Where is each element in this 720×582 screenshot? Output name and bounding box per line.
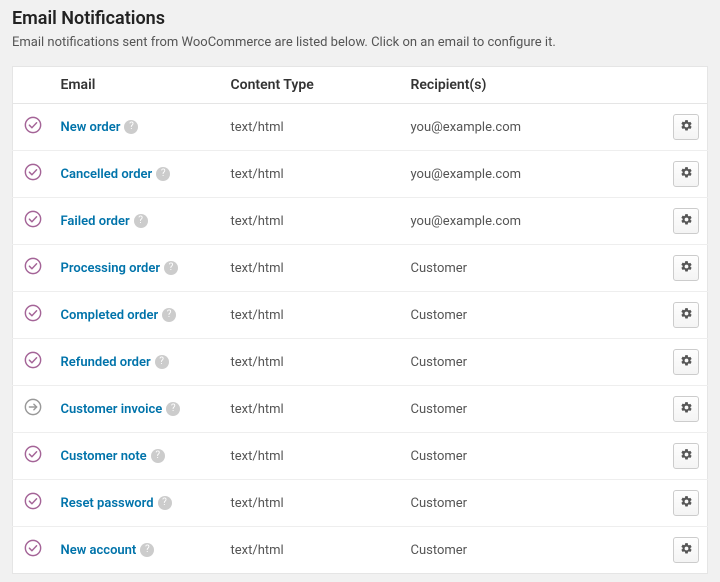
content-type-cell: text/html	[223, 386, 403, 433]
table-row: Cancelled order? text/htmlyou@example.com	[13, 151, 708, 198]
configure-button[interactable]	[673, 443, 699, 469]
recipient-cell: Customer	[403, 480, 656, 527]
email-name-link[interactable]: Processing order	[61, 261, 161, 276]
table-row: New order? text/htmlyou@example.com	[13, 104, 708, 151]
check-circle-icon	[24, 116, 42, 134]
email-name-link[interactable]: Reset password	[61, 496, 154, 511]
gear-icon	[680, 213, 693, 230]
table-row: Failed order? text/htmlyou@example.com	[13, 198, 708, 245]
table-row: Processing order? text/htmlCustomer	[13, 245, 708, 292]
gear-icon	[680, 401, 693, 418]
recipient-cell: Customer	[403, 527, 656, 574]
configure-button[interactable]	[673, 349, 699, 375]
help-icon[interactable]: ?	[156, 167, 170, 181]
check-circle-icon	[24, 210, 42, 228]
email-name-link[interactable]: Completed order	[61, 308, 159, 323]
content-type-cell: text/html	[223, 339, 403, 386]
check-circle-icon	[24, 445, 42, 463]
gear-icon	[680, 166, 693, 183]
configure-button[interactable]	[673, 396, 699, 422]
email-name-link[interactable]: Refunded order	[61, 355, 151, 370]
email-name-link[interactable]: Customer invoice	[61, 402, 163, 417]
configure-button[interactable]	[673, 302, 699, 328]
content-type-cell: text/html	[223, 292, 403, 339]
col-email-header: Email	[53, 67, 223, 104]
check-circle-icon	[24, 492, 42, 510]
help-icon[interactable]: ?	[164, 261, 178, 275]
table-row: Refunded order? text/htmlCustomer	[13, 339, 708, 386]
emails-table: Email Content Type Recipient(s) New orde…	[12, 66, 708, 574]
table-row: New account? text/htmlCustomer	[13, 527, 708, 574]
page-description: Email notifications sent from WooCommerc…	[12, 35, 708, 50]
help-icon[interactable]: ?	[140, 543, 154, 557]
configure-button[interactable]	[673, 208, 699, 234]
email-name-link[interactable]: Failed order	[61, 214, 130, 229]
recipient-cell: Customer	[403, 245, 656, 292]
check-circle-icon	[24, 539, 42, 557]
col-status-header	[13, 67, 53, 104]
table-row: Reset password? text/htmlCustomer	[13, 480, 708, 527]
gear-icon	[680, 495, 693, 512]
configure-button[interactable]	[673, 255, 699, 281]
content-type-cell: text/html	[223, 104, 403, 151]
help-icon[interactable]: ?	[134, 214, 148, 228]
recipient-cell: you@example.com	[403, 198, 656, 245]
recipient-cell: you@example.com	[403, 151, 656, 198]
gear-icon	[680, 307, 693, 324]
recipient-cell: Customer	[403, 292, 656, 339]
help-icon[interactable]: ?	[166, 402, 180, 416]
table-row: Customer note? text/htmlCustomer	[13, 433, 708, 480]
page-title: Email Notifications	[12, 8, 708, 29]
recipient-cell: Customer	[403, 339, 656, 386]
configure-button[interactable]	[673, 161, 699, 187]
table-row: Customer invoice? text/htmlCustomer	[13, 386, 708, 433]
configure-button[interactable]	[673, 490, 699, 516]
help-icon[interactable]: ?	[151, 449, 165, 463]
help-icon[interactable]: ?	[162, 308, 176, 322]
check-circle-icon	[24, 163, 42, 181]
help-icon[interactable]: ?	[158, 496, 172, 510]
check-circle-icon	[24, 304, 42, 322]
content-type-cell: text/html	[223, 245, 403, 292]
configure-button[interactable]	[673, 114, 699, 140]
table-row: Completed order? text/htmlCustomer	[13, 292, 708, 339]
col-actions-header	[656, 67, 708, 104]
check-circle-icon	[24, 257, 42, 275]
check-circle-icon	[24, 351, 42, 369]
help-icon[interactable]: ?	[124, 120, 138, 134]
recipient-cell: Customer	[403, 433, 656, 480]
gear-icon	[680, 354, 693, 371]
content-type-cell: text/html	[223, 433, 403, 480]
gear-icon	[680, 260, 693, 277]
content-type-cell: text/html	[223, 151, 403, 198]
email-name-link[interactable]: New account	[61, 543, 137, 558]
content-type-cell: text/html	[223, 527, 403, 574]
content-type-cell: text/html	[223, 480, 403, 527]
recipient-cell: Customer	[403, 386, 656, 433]
help-icon[interactable]: ?	[155, 355, 169, 369]
recipient-cell: you@example.com	[403, 104, 656, 151]
content-type-cell: text/html	[223, 198, 403, 245]
arrow-right-circle-icon	[24, 398, 42, 416]
email-name-link[interactable]: Customer note	[61, 449, 147, 464]
gear-icon	[680, 119, 693, 136]
email-name-link[interactable]: Cancelled order	[61, 167, 153, 182]
configure-button[interactable]	[673, 537, 699, 563]
col-recipients-header: Recipient(s)	[403, 67, 656, 104]
col-content-type-header: Content Type	[223, 67, 403, 104]
gear-icon	[680, 542, 693, 559]
email-name-link[interactable]: New order	[61, 120, 121, 135]
gear-icon	[680, 448, 693, 465]
